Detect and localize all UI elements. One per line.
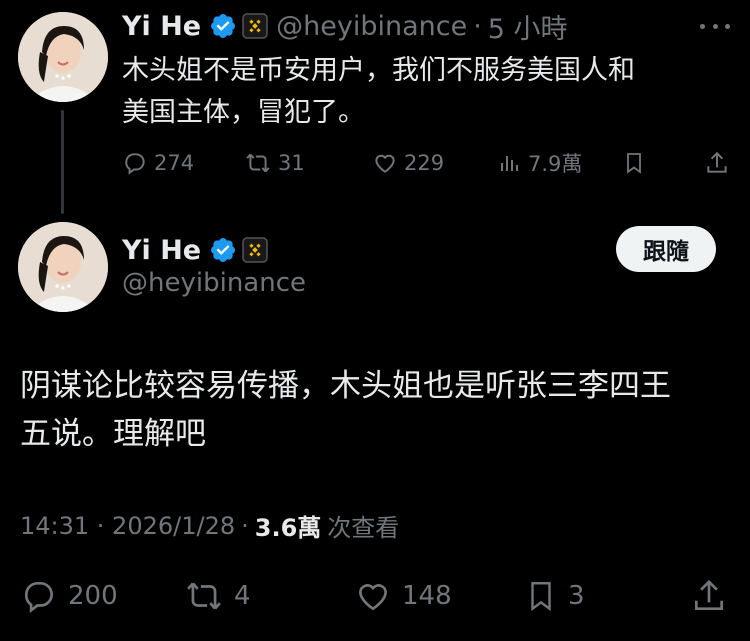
tweet2-meta: 14:31 · 2026/1/28 · 3.6萬 次查看 [20,508,399,543]
like-button[interactable]: 148 [354,577,452,615]
tweet2-timestamp[interactable]: 14:31 · 2026/1/28 [20,512,235,540]
more-icon[interactable] [700,14,730,38]
repost-count: 4 [234,581,251,611]
repost-icon [187,582,221,610]
tweet1-author-name[interactable]: Yi He [122,11,201,42]
header-separator: · [473,10,482,42]
share-button[interactable] [704,150,730,176]
reply-button[interactable]: 200 [20,577,118,615]
reply-icon [125,153,145,175]
bookmark-icon [531,582,551,612]
tweet2-name-row: Yi He [122,230,268,270]
tweet2-views-label: 次查看 [327,514,400,542]
like-icon [358,584,388,611]
repost-button[interactable]: 4 [184,577,251,615]
views-button[interactable]: 7.9萬 [498,148,582,178]
bookmark-icon [627,153,641,174]
tweet2-text-line2: 五说。理解吧 [20,416,206,452]
repost-button[interactable]: 31 [244,150,305,176]
views-count: 7.9萬 [528,152,583,176]
repost-icon [246,153,270,173]
meta-separator: · [241,511,249,540]
binance-affiliate-icon[interactable] [242,237,268,263]
like-icon [375,154,395,173]
tweet1-avatar[interactable] [18,12,108,102]
share-button[interactable] [690,577,728,615]
reply-icon [24,581,53,613]
tweet2-views-count: 3.6萬 [254,514,322,542]
reply-count: 274 [154,151,195,175]
tweet2-text: 阴谋论比较容易传播，木头姐也是听张三李四王 五说。理解吧 [20,362,740,458]
bookmark-button[interactable] [622,150,646,176]
tweet2-avatar[interactable] [18,222,108,312]
tweet1-text: 木头姐不是币安用户，我们不服务美国人和 美国主体，冒犯了。 [122,50,732,134]
like-count: 229 [404,151,445,175]
verified-badge-icon [211,238,236,262]
follow-button[interactable]: 跟隨 [616,226,716,272]
like-button[interactable]: 229 [372,150,444,176]
tweet2-handle[interactable]: @heyibinance [122,268,306,298]
binance-affiliate-icon[interactable] [242,13,268,39]
thread-connector [61,110,64,214]
tweet2-author-name[interactable]: Yi He [122,235,201,266]
views-icon [501,156,518,171]
tweet1-time[interactable]: 5 小時 [488,7,568,46]
tweet2-text-line1: 阴谋论比较容易传播，木头姐也是听张三李四王 [20,368,671,404]
reply-button[interactable]: 274 [122,150,194,176]
share-icon [707,151,727,173]
tweet1-actions: 274 31 229 7.9萬 [122,148,732,178]
tweet1-handle[interactable]: @heyibinance [276,11,467,42]
like-count: 148 [402,581,452,611]
bookmark-count: 3 [568,581,585,611]
bookmark-button[interactable]: 3 [524,577,585,615]
tweet2-actions: 200 4 148 3 [20,574,732,618]
tweet1-header: Yi He @heyibinance · 5 小時 [122,7,568,46]
verified-badge-icon [211,14,236,38]
tweet1-text-line2: 美国主体，冒犯了。 [122,97,365,128]
share-icon [694,579,724,611]
tweet1-text-line1: 木头姐不是币安用户，我们不服务美国人和 [122,55,635,86]
repost-count: 31 [278,151,305,175]
reply-count: 200 [68,581,118,611]
